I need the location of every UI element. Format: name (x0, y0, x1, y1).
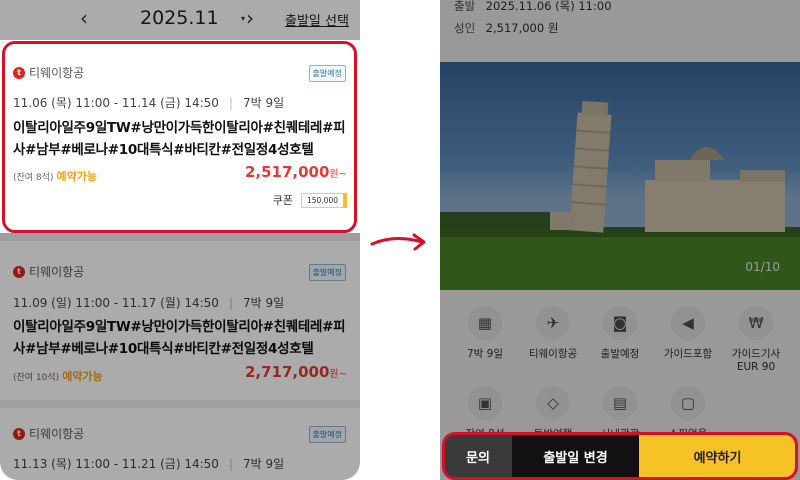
dim-overlay (0, 233, 360, 480)
arrow-right-icon (370, 233, 426, 251)
product-detail-panel: 출발 2025.11.06 (목) 11:00 성인 2,517,000 원 0… (440, 0, 800, 480)
dim-overlay (440, 0, 800, 480)
departure-list-panel: ‹ 2025.11 ▾ › 출발일 선택 t 티웨이항공 출발예정 11.06 … (0, 0, 360, 480)
selection-highlight (2, 41, 357, 233)
selection-highlight (442, 432, 798, 480)
dim-overlay (0, 0, 360, 40)
